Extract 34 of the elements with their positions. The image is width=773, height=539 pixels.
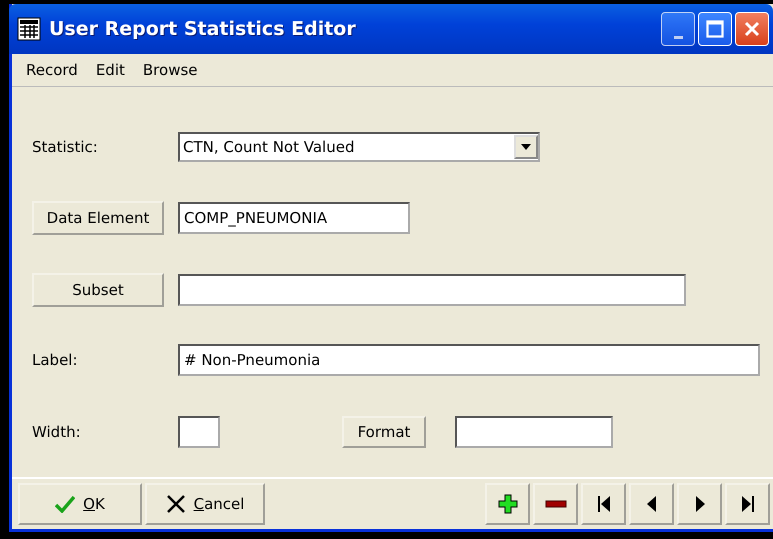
x-icon — [166, 495, 186, 513]
menu-item[interactable]: Record — [26, 61, 78, 79]
data-element-field[interactable]: COMP_PNEUMONIA — [178, 202, 410, 234]
menu-item[interactable]: Edit — [96, 61, 125, 79]
menu-item[interactable]: Browse — [142, 61, 198, 79]
app-icon — [17, 17, 41, 41]
delete-button[interactable] — [533, 483, 578, 525]
close-button[interactable] — [735, 12, 769, 46]
width-field[interactable] — [178, 416, 220, 448]
label-field[interactable]: # Non-Pneumonia — [178, 344, 760, 376]
ok-button[interactable]: OK — [18, 483, 142, 525]
cancel-button[interactable]: Cancel — [145, 483, 265, 525]
format-field[interactable] — [455, 416, 613, 448]
first-button[interactable] — [581, 483, 626, 525]
previous-button[interactable] — [629, 483, 674, 525]
last-button[interactable] — [725, 483, 770, 525]
subset-button[interactable]: Subset — [32, 273, 164, 307]
format-button[interactable]: Format — [342, 416, 426, 448]
data-element-button[interactable]: Data Element — [32, 201, 164, 235]
add-button[interactable] — [485, 483, 530, 525]
checkmark-icon — [55, 495, 76, 513]
width-label: Width: — [32, 423, 82, 441]
statistic-label: Statistic: — [32, 138, 99, 156]
maximize-icon — [706, 20, 724, 38]
minimize-icon — [674, 36, 682, 39]
maximize-button[interactable] — [698, 12, 732, 46]
label-label: Label: — [32, 351, 79, 369]
minimize-button[interactable] — [661, 12, 695, 46]
close-icon — [743, 20, 761, 38]
subset-field[interactable] — [178, 274, 686, 306]
statistic-dropdown[interactable]: CTN, Count Not Valued — [178, 132, 540, 162]
window-title: User Report Statistics Editor — [49, 18, 357, 40]
add-icon — [496, 493, 518, 515]
next-button[interactable] — [677, 483, 722, 525]
